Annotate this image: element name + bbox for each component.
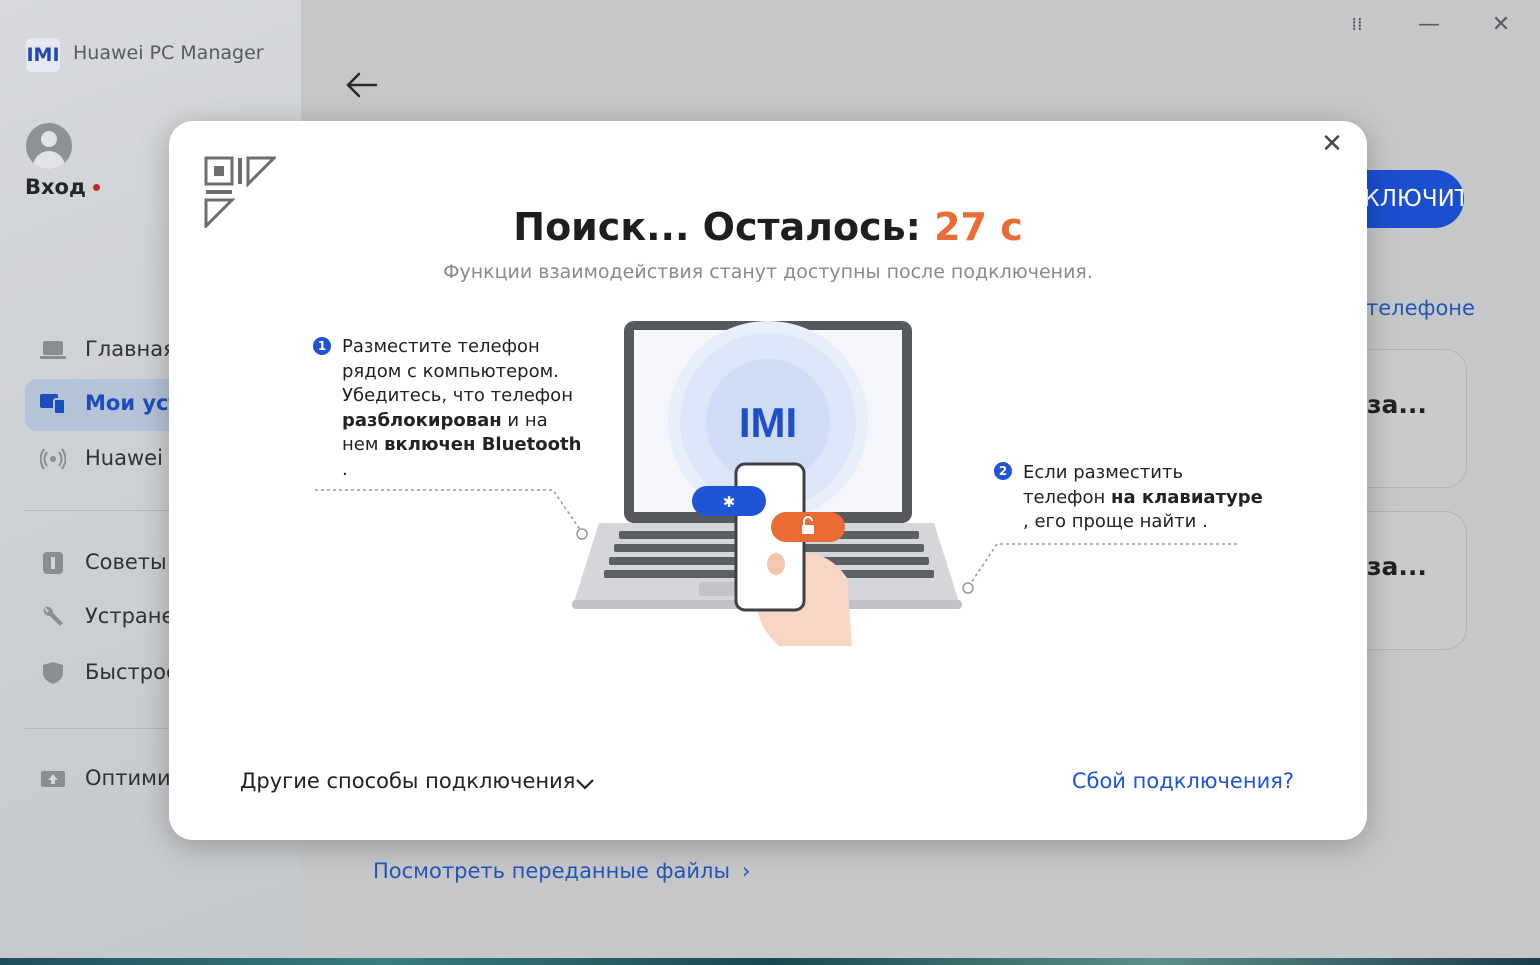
notification-dot <box>93 184 100 191</box>
step-number-badge: 2 <box>994 462 1012 480</box>
login-link[interactable]: Вход <box>25 175 86 199</box>
card-title: за... <box>1367 552 1427 581</box>
back-arrow-icon[interactable] <box>344 69 380 101</box>
sidebar-item-label: Главная <box>85 337 176 361</box>
taskbar-strip <box>0 958 1540 965</box>
window-menu-icon[interactable]: ⁞⁞ <box>1344 12 1370 38</box>
other-connection-methods[interactable]: Другие способы подключения <box>240 769 575 793</box>
sidebar-item-label: Советы <box>85 550 167 574</box>
minimize-button[interactable]: — <box>1416 12 1442 38</box>
share-icon <box>40 448 66 470</box>
countdown-timer: 27 с <box>934 205 1023 249</box>
close-window-button[interactable]: ✕ <box>1488 12 1514 38</box>
laptop-phone-illustration: IMI ✱ <box>572 321 962 646</box>
devices-icon <box>40 394 66 415</box>
phone-link[interactable]: телефоне <box>1366 296 1475 320</box>
app-window: IMI Huawei PC Manager Вход Главная Мои у… <box>0 0 1540 965</box>
avatar[interactable] <box>26 123 72 169</box>
optimize-icon <box>41 771 65 787</box>
dialog-title: Поиск... Осталось: 27 с <box>513 205 1023 249</box>
step-number-badge: 1 <box>313 337 331 355</box>
view-transferred-files-link[interactable]: Посмотреть переданные файлы › <box>373 859 750 883</box>
dialog-subtitle: Функции взаимодействия станут доступны п… <box>443 261 1093 283</box>
chevron-right-icon: › <box>742 859 751 883</box>
tips-icon <box>43 552 63 574</box>
connection-dialog: ✕ Поиск... Осталось: 27 с Функции взаимо… <box>169 121 1367 840</box>
dialog-close-button[interactable]: ✕ <box>1319 131 1345 157</box>
shield-icon <box>43 662 63 684</box>
svg-text:IMI: IMI <box>739 399 797 446</box>
app-title: Huawei PC Manager <box>73 42 264 64</box>
laptop-icon <box>40 341 66 359</box>
app-logo-icon: IMI <box>26 38 60 72</box>
step-2-text: Если разместить телефон на клавиатуре , … <box>1023 462 1263 532</box>
connection-failure-link[interactable]: Сбой подключения? <box>1072 769 1294 793</box>
wrench-icon <box>43 606 63 626</box>
chevron-down-icon[interactable] <box>574 776 596 792</box>
card-title: за... <box>1367 390 1427 419</box>
svg-text:✱: ✱ <box>723 493 736 511</box>
step-1-text: Разместите телефон рядом с компьютером. … <box>342 336 582 480</box>
